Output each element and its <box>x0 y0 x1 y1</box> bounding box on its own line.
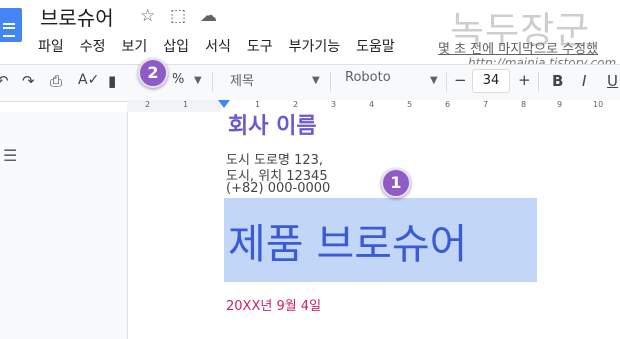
chevron-down-icon: ▼ <box>312 75 320 86</box>
increase-font-size-button[interactable]: + <box>518 71 531 89</box>
docs-icon[interactable] <box>0 8 22 42</box>
cloud-icon[interactable]: ☁ <box>200 6 217 26</box>
menu-help[interactable]: 도움말 <box>356 36 395 56</box>
indent-marker[interactable] <box>218 100 230 108</box>
menu-addons[interactable]: 부가기능 <box>289 36 341 56</box>
product-title[interactable]: 제품 브로슈어 <box>228 220 467 268</box>
underline-button[interactable]: U <box>607 72 618 90</box>
star-icon[interactable]: ☆ <box>140 6 155 26</box>
font-select[interactable]: Roboto <box>345 70 391 85</box>
style-select[interactable]: 제목 <box>230 70 254 89</box>
last-edit-link[interactable]: 몇 초 전에 마지막으로 수정했 <box>438 38 598 57</box>
step-badge-1: 1 <box>381 168 411 198</box>
paint-format-icon[interactable]: ▮ <box>108 72 116 90</box>
print-icon[interactable]: ⎙ <box>50 72 62 90</box>
phone-number: (+82) 000-0000 <box>226 181 331 196</box>
step-badge-2: 2 <box>138 58 168 88</box>
chevron-down-icon: ▼ <box>430 75 438 86</box>
redo-icon[interactable]: ↷ <box>22 72 35 90</box>
menu-edit[interactable]: 수정 <box>80 36 106 56</box>
bold-button[interactable]: B <box>552 72 563 90</box>
zoom-select[interactable]: % <box>172 72 184 87</box>
chevron-down-icon: ▼ <box>194 75 202 86</box>
undo-icon[interactable]: ↶ <box>0 72 9 90</box>
doc-title[interactable]: 브로슈어 <box>40 2 114 31</box>
outline-icon[interactable]: ☰ <box>3 146 17 165</box>
menu-view[interactable]: 보기 <box>122 36 148 56</box>
move-folder-icon[interactable]: ⬚ <box>170 6 186 26</box>
spellcheck-icon[interactable]: A✓ <box>78 72 99 88</box>
decrease-font-size-button[interactable]: − <box>454 71 467 89</box>
italic-button[interactable]: I <box>582 72 586 90</box>
outline-panel <box>0 112 128 339</box>
menu-insert[interactable]: 삽입 <box>163 36 189 56</box>
font-size-input[interactable]: 34 <box>472 69 510 93</box>
menu-bar: 파일 수정 보기 삽입 서식 도구 부가기능 도움말 <box>38 36 411 56</box>
menu-file[interactable]: 파일 <box>38 36 64 56</box>
menu-tools[interactable]: 도구 <box>247 36 273 56</box>
menu-format[interactable]: 서식 <box>205 36 231 56</box>
document-date: 20XX년 9월 4일 <box>226 299 322 314</box>
